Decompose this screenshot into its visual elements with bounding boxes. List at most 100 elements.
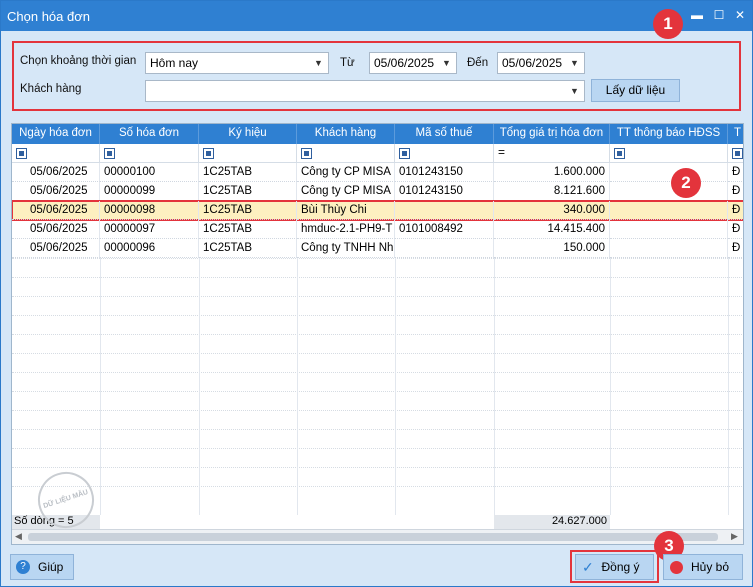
column-header-notice-status[interactable]: TT thông báo HĐSS bbox=[610, 124, 728, 144]
grid-header: Ngày hóa đơn Số hóa đơn Ký hiệu Khách hàng M… bbox=[12, 124, 743, 144]
empty-row-line bbox=[12, 353, 743, 354]
filter-icon[interactable] bbox=[301, 148, 312, 159]
cell-notice-status bbox=[610, 239, 728, 258]
empty-row-line bbox=[12, 486, 743, 487]
cell-customer: hmduc-2.1-PH9-T bbox=[297, 220, 395, 239]
filter-cell-total[interactable]: = bbox=[494, 144, 610, 163]
column-divider bbox=[199, 258, 200, 515]
filter-icon[interactable] bbox=[732, 148, 743, 159]
cell-symbol: 1C25TAB bbox=[199, 220, 297, 239]
table-row[interactable]: 05/06/2025 00000099 1C25TAB Công ty CP MISA… bbox=[12, 182, 743, 201]
cell-t: Đ bbox=[728, 239, 743, 258]
minimize-icon[interactable]: ▬ bbox=[689, 7, 705, 23]
empty-row-line bbox=[12, 448, 743, 449]
cell-customer: Công ty CP MISA bbox=[297, 182, 395, 201]
filter-cell-tax-code[interactable] bbox=[395, 144, 494, 163]
column-divider bbox=[395, 258, 396, 515]
grid-footer: Số dòng = 5 24.627.000 bbox=[12, 515, 743, 529]
cell-t: Đ bbox=[728, 201, 743, 220]
filter-cell-t[interactable] bbox=[728, 144, 743, 163]
column-header-customer[interactable]: Khách hàng bbox=[297, 124, 395, 144]
filter-icon[interactable] bbox=[399, 148, 410, 159]
horizontal-scrollbar[interactable]: ◀ ▶ bbox=[12, 529, 743, 544]
cell-date: 05/06/2025 bbox=[12, 220, 100, 239]
checkmark-icon: ✓ bbox=[582, 559, 594, 575]
cell-customer: Bùi Thùy Chi bbox=[297, 201, 395, 220]
filter-cell-date[interactable] bbox=[12, 144, 100, 163]
chevron-down-icon: ▼ bbox=[570, 58, 579, 68]
cell-total: 14.415.400 bbox=[494, 220, 610, 239]
cell-t: Đ bbox=[728, 182, 743, 201]
empty-row-line bbox=[12, 296, 743, 297]
cell-customer: Công ty CP MISA bbox=[297, 163, 395, 182]
empty-row-line bbox=[12, 277, 743, 278]
filter-icon[interactable] bbox=[104, 148, 115, 159]
column-header-tax-code[interactable]: Mã số thuế bbox=[395, 124, 494, 144]
empty-row-line bbox=[12, 334, 743, 335]
filter-cell-customer[interactable] bbox=[297, 144, 395, 163]
filter-panel: Chọn khoảng thời gian Hôm nay ▼ Từ 05/06… bbox=[12, 41, 741, 111]
cell-notice-status bbox=[610, 220, 728, 239]
filter-icon[interactable] bbox=[16, 148, 27, 159]
table-row[interactable]: 05/06/2025 00000097 1C25TAB hmduc-2.1-PH9-T… bbox=[12, 220, 743, 239]
filter-cell-symbol[interactable] bbox=[199, 144, 297, 163]
filter-cell-notice-status[interactable] bbox=[610, 144, 728, 163]
column-divider bbox=[297, 258, 298, 515]
cell-symbol: 1C25TAB bbox=[199, 163, 297, 182]
cell-number: 00000099 bbox=[100, 182, 199, 201]
window-title: Chọn hóa đơn bbox=[7, 9, 90, 24]
cell-total: 340.000 bbox=[494, 201, 610, 220]
ok-button[interactable]: ✓ Đồng ý bbox=[575, 554, 654, 580]
column-header-t[interactable]: T bbox=[728, 124, 743, 144]
help-button[interactable]: ? Giúp bbox=[10, 554, 74, 580]
column-header-symbol[interactable]: Ký hiệu bbox=[199, 124, 297, 144]
column-header-date[interactable]: Ngày hóa đơn bbox=[12, 124, 100, 144]
table-row[interactable]: 05/06/2025 00000098 1C25TAB Bùi Thùy Chi 340… bbox=[12, 200, 743, 221]
chevron-down-icon: ▼ bbox=[314, 58, 323, 68]
column-divider bbox=[610, 258, 611, 515]
period-label: Chọn khoảng thời gian bbox=[20, 55, 137, 67]
cell-number: 00000097 bbox=[100, 220, 199, 239]
column-header-total[interactable]: Tổng giá trị hóa đơn bbox=[494, 124, 610, 144]
step-badge-1: 1 bbox=[653, 9, 683, 39]
filter-row: = bbox=[12, 144, 743, 163]
filter-operator[interactable]: = bbox=[498, 145, 505, 159]
column-divider bbox=[728, 258, 729, 515]
scrollbar-thumb[interactable] bbox=[28, 533, 718, 541]
scroll-left-icon[interactable]: ◀ bbox=[15, 531, 22, 542]
filter-cell-number[interactable] bbox=[100, 144, 199, 163]
to-label: Đến bbox=[467, 57, 489, 69]
cell-total: 8.121.600 bbox=[494, 182, 610, 201]
from-date-picker[interactable]: 05/06/2025 ▼ bbox=[369, 52, 457, 74]
to-date-picker[interactable]: 05/06/2025 ▼ bbox=[497, 52, 585, 74]
cancel-button[interactable]: Hủy bỏ bbox=[663, 554, 743, 580]
fetch-data-button[interactable]: Lấy dữ liệu bbox=[591, 79, 680, 102]
cell-symbol: 1C25TAB bbox=[199, 239, 297, 258]
chevron-down-icon: ▼ bbox=[442, 58, 451, 68]
column-divider bbox=[100, 258, 101, 515]
scroll-right-icon[interactable]: ▶ bbox=[731, 531, 738, 542]
cell-total: 150.000 bbox=[494, 239, 610, 258]
customer-select[interactable]: ▼ bbox=[145, 80, 585, 102]
filter-icon[interactable] bbox=[614, 148, 625, 159]
customer-label: Khách hàng bbox=[20, 83, 82, 95]
cell-number: 00000098 bbox=[100, 201, 199, 220]
column-header-number[interactable]: Số hóa đơn bbox=[100, 124, 199, 144]
table-row[interactable]: 05/06/2025 00000100 1C25TAB Công ty CP MISA… bbox=[12, 163, 743, 182]
close-icon[interactable]: ✕ bbox=[732, 7, 748, 23]
cell-customer: Công ty TNHH Nh bbox=[297, 239, 395, 258]
empty-row-line bbox=[12, 429, 743, 430]
cell-tax-code: 0101243150 bbox=[395, 163, 494, 182]
empty-row-line bbox=[12, 410, 743, 411]
cell-notice-status bbox=[610, 182, 728, 201]
period-select[interactable]: Hôm nay ▼ bbox=[145, 52, 329, 74]
filter-icon[interactable] bbox=[203, 148, 214, 159]
empty-row-line bbox=[12, 258, 743, 259]
column-divider bbox=[494, 258, 495, 515]
watermark-text: DỮ LIỆU MẪU bbox=[42, 488, 90, 511]
cell-number: 00000096 bbox=[100, 239, 199, 258]
choose-invoice-dialog: Chọn hóa đơn ▬ ☐ ✕ Chọn khoảng thời gian… bbox=[0, 0, 753, 587]
from-date-value: 05/06/2025 bbox=[374, 56, 435, 70]
table-row[interactable]: 05/06/2025 00000096 1C25TAB Công ty TNHH Nh… bbox=[12, 239, 743, 258]
maximize-icon[interactable]: ☐ bbox=[711, 7, 727, 23]
